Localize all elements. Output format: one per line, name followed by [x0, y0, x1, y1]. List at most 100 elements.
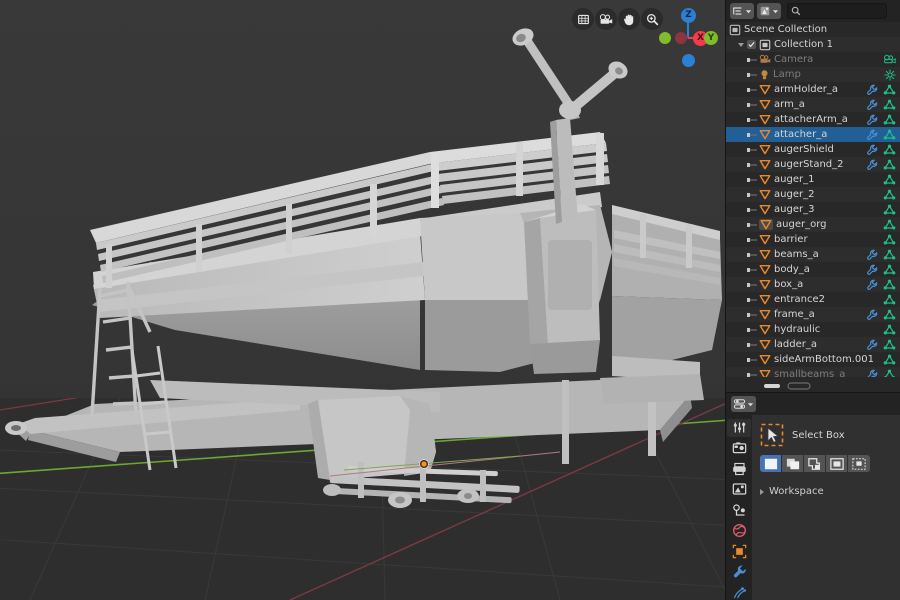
- mesh-data-icon[interactable]: [883, 294, 896, 306]
- mesh-data-icon[interactable]: [883, 204, 896, 216]
- select-extend-mode[interactable]: [782, 455, 804, 472]
- modifier-icon[interactable]: [866, 249, 878, 261]
- collection-checkbox[interactable]: [747, 40, 756, 49]
- outliner-row-augershield[interactable]: augerShield: [726, 142, 900, 157]
- outliner-horizontal-scrollbar[interactable]: [726, 377, 900, 390]
- modifier-icon[interactable]: [866, 264, 878, 276]
- outliner-row-box-a[interactable]: box_a: [726, 277, 900, 292]
- outliner-row-collection-1[interactable]: Collection 1: [726, 37, 900, 52]
- outliner-row-camera[interactable]: Camera: [726, 52, 900, 67]
- modifier-icon[interactable]: [866, 279, 878, 291]
- modifier-tab[interactable]: [727, 563, 751, 581]
- modifier-icon[interactable]: [866, 309, 878, 321]
- outliner-row-body-a[interactable]: body_a: [726, 262, 900, 277]
- camera-data-icon[interactable]: [883, 54, 896, 65]
- mesh-data-icon[interactable]: [883, 114, 896, 126]
- workspace-panel-header[interactable]: Workspace: [760, 486, 900, 497]
- mesh-data-icon[interactable]: [883, 159, 896, 171]
- outliner-row-lamp[interactable]: Lamp: [726, 67, 900, 82]
- outliner-display-mode-dropdown[interactable]: [730, 3, 754, 19]
- modifier-icon[interactable]: [866, 129, 878, 141]
- mesh-data-icon[interactable]: [883, 339, 896, 351]
- mesh-data-icon[interactable]: [883, 174, 896, 186]
- gizmo-axis-y-negative[interactable]: [659, 32, 671, 44]
- outliner-row-ladder-a[interactable]: ladder_a: [726, 337, 900, 352]
- outliner-row-auger-1[interactable]: auger_1: [726, 172, 900, 187]
- world-tab[interactable]: [727, 522, 751, 540]
- mesh-data-icon[interactable]: [883, 264, 896, 276]
- modifier-icon[interactable]: [866, 144, 878, 156]
- properties-editor[interactable]: Select Box Workspace: [725, 392, 900, 600]
- mesh-data-icon[interactable]: [883, 354, 896, 366]
- modifier-icon[interactable]: [866, 159, 878, 171]
- grain-cart-model[interactable]: [0, 0, 725, 600]
- mesh-data-icon[interactable]: [883, 369, 896, 377]
- toggle-xray-icon[interactable]: [572, 8, 594, 30]
- outliner-row-entrance2[interactable]: entrance2: [726, 292, 900, 307]
- outliner-row-arm-a[interactable]: arm_a: [726, 97, 900, 112]
- outliner-row-auger-2[interactable]: auger_2: [726, 187, 900, 202]
- outliner-row-augerstand-2[interactable]: augerStand_2: [726, 157, 900, 172]
- outliner-row-sidearmbottom-001[interactable]: sideArmBottom.001: [726, 352, 900, 367]
- outliner-tree[interactable]: Scene Collection Collection 1 Camera Lamp ar…: [726, 22, 900, 377]
- outliner-row-frame-a[interactable]: frame_a: [726, 307, 900, 322]
- outliner-row-auger-org[interactable]: auger_org: [726, 217, 900, 232]
- mesh-data-icon[interactable]: [883, 129, 896, 141]
- view-layer-tab[interactable]: [727, 481, 751, 499]
- outliner-row-smallbeams-a[interactable]: smallbeams_a: [726, 367, 900, 377]
- modifier-icon[interactable]: [866, 99, 878, 111]
- search-input[interactable]: [801, 6, 881, 16]
- gizmo-axis-y-positive[interactable]: Y: [704, 31, 718, 45]
- outliner-row-armholder-a[interactable]: armHolder_a: [726, 82, 900, 97]
- mesh-data-icon[interactable]: [883, 324, 896, 336]
- mesh-data-icon[interactable]: [883, 309, 896, 321]
- object-tab[interactable]: [727, 542, 751, 560]
- outliner-row-attacher-a[interactable]: attacher_a: [726, 127, 900, 142]
- mesh-data-icon[interactable]: [883, 219, 896, 231]
- outliner-row-auger-3[interactable]: auger_3: [726, 202, 900, 217]
- scene-tab[interactable]: [727, 501, 751, 519]
- outliner-row-hydraulic[interactable]: hydraulic: [726, 322, 900, 337]
- outliner-row-scene-collection[interactable]: Scene Collection: [726, 22, 900, 37]
- modifier-icon[interactable]: [866, 369, 878, 377]
- particles-tab[interactable]: [727, 584, 751, 600]
- modifier-icon[interactable]: [866, 339, 878, 351]
- outliner-row-barrier[interactable]: barrier: [726, 232, 900, 247]
- select-set-mode[interactable]: [760, 455, 782, 472]
- mesh-data-icon[interactable]: [883, 84, 896, 96]
- modifier-icon[interactable]: [866, 84, 878, 96]
- output-tab[interactable]: [727, 460, 751, 478]
- active-tool-row[interactable]: Select Box: [760, 423, 900, 447]
- outliner-row-attacherarm-a[interactable]: attacherArm_a: [726, 112, 900, 127]
- outliner-search-field[interactable]: [787, 3, 887, 19]
- mesh-data-icon[interactable]: [883, 99, 896, 111]
- tree-branch-line: [747, 372, 757, 377]
- mesh-data-icon[interactable]: [883, 189, 896, 201]
- disclosure-triangle[interactable]: [738, 42, 744, 47]
- mesh-data-icon[interactable]: [883, 144, 896, 156]
- mesh-data-icon[interactable]: [883, 234, 896, 246]
- pan-view-icon[interactable]: [618, 8, 640, 30]
- select-subtract-mode[interactable]: [804, 455, 826, 472]
- properties-tab-column[interactable]: [726, 415, 752, 600]
- mesh-data-icon[interactable]: [883, 249, 896, 261]
- camera-view-icon[interactable]: [595, 8, 617, 30]
- gizmo-axis-x-negative[interactable]: [675, 32, 687, 44]
- mesh-object-icon: [759, 294, 771, 305]
- outliner-row-beams-a[interactable]: beams_a: [726, 247, 900, 262]
- 3d-viewport[interactable]: Z X Y: [0, 0, 725, 600]
- modifier-icon[interactable]: [866, 114, 878, 126]
- properties-editor-type-dropdown[interactable]: [731, 396, 756, 412]
- gizmo-axis-z-positive[interactable]: Z: [681, 8, 696, 23]
- render-tab[interactable]: [727, 440, 751, 458]
- select-mode-button-group[interactable]: [760, 455, 900, 472]
- light-data-icon[interactable]: [884, 68, 896, 81]
- mesh-data-icon[interactable]: [883, 279, 896, 291]
- select-intersect-mode[interactable]: [848, 455, 870, 472]
- select-invert-mode[interactable]: [826, 455, 848, 472]
- navigation-axis-gizmo[interactable]: Z X Y: [659, 2, 718, 68]
- outliner-editor[interactable]: Scene Collection Collection 1 Camera Lamp ar…: [725, 0, 900, 392]
- tool-tab[interactable]: [727, 419, 751, 437]
- outliner-filter-dropdown[interactable]: [757, 3, 781, 19]
- gizmo-axis-z-negative[interactable]: [682, 54, 695, 67]
